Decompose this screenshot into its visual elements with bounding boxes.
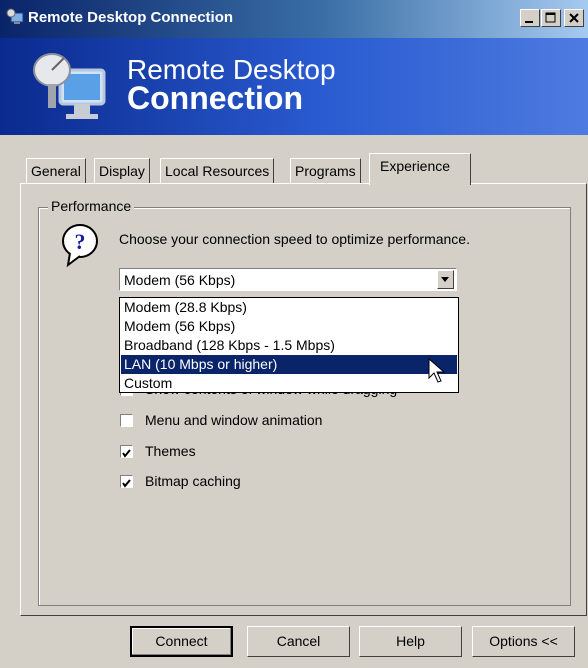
tab-local-resources[interactable]: Local Resources [160,158,275,184]
dropdown-option-selected[interactable]: LAN (10 Mbps or higher) [121,355,457,374]
help-button[interactable]: Help [359,626,462,657]
tab-label: General [31,163,81,179]
dropdown-option[interactable]: Modem (28.8 Kbps) [121,298,457,317]
tab-label: Local Resources [165,163,270,179]
tab-label: Experience [380,158,451,174]
performance-group [38,207,571,606]
remote-desktop-icon [6,8,24,24]
remote-desktop-icon [33,53,106,119]
tab-experience[interactable]: Experience [369,153,471,185]
dropdown-option[interactable]: Broadband (128 Kbps - 1.5 Mbps) [121,336,457,355]
chevron-down-icon [441,277,449,282]
minimize-icon [525,21,533,23]
checkmark-icon [122,449,131,458]
cancel-button[interactable]: Cancel [247,626,350,657]
tab-label: Programs [295,163,356,179]
title-bar[interactable]: Remote Desktop Connection [0,0,588,38]
checkbox-label: Themes [145,443,196,459]
banner: Remote Desktop Connection [0,38,588,135]
help-question-icon: ? [62,224,98,268]
checkbox-checked[interactable] [120,475,133,488]
checkmark-icon [122,479,131,488]
close-button[interactable] [564,9,584,27]
performance-group-label: Performance [48,198,135,214]
connection-speed-select[interactable]: Modem (56 Kbps) [119,268,457,291]
close-icon [569,13,579,23]
connection-speed-value: Modem (56 Kbps) [124,272,236,288]
minimize-button[interactable] [520,9,540,27]
connection-speed-dropdown[interactable]: Modem (28.8 Kbps) Modem (56 Kbps) Broadb… [119,297,459,393]
dropdown-option[interactable]: Modem (56 Kbps) [121,317,457,336]
dropdown-option[interactable]: Custom [121,374,457,393]
connect-button[interactable]: Connect [130,626,233,657]
banner-title: Connection [127,80,303,116]
tab-programs[interactable]: Programs [290,158,361,184]
performance-prompt: Choose your connection speed to optimize… [119,231,470,247]
checkbox-checked[interactable] [120,445,133,458]
tab-display[interactable]: Display [94,158,150,184]
maximize-button[interactable] [541,9,561,27]
window-title: Remote Desktop Connection [28,9,234,26]
maximize-icon [545,12,556,23]
checkbox-label: Bitmap caching [145,473,241,489]
options-button[interactable]: Options << [472,626,575,657]
checkbox-label: Menu and window animation [145,412,323,428]
checkbox[interactable] [120,414,133,427]
svg-text:?: ? [75,229,86,254]
dropdown-button[interactable] [437,270,454,289]
mouse-cursor-icon [428,358,446,383]
tab-label: Display [99,163,145,179]
tab-general[interactable]: General [26,158,86,184]
